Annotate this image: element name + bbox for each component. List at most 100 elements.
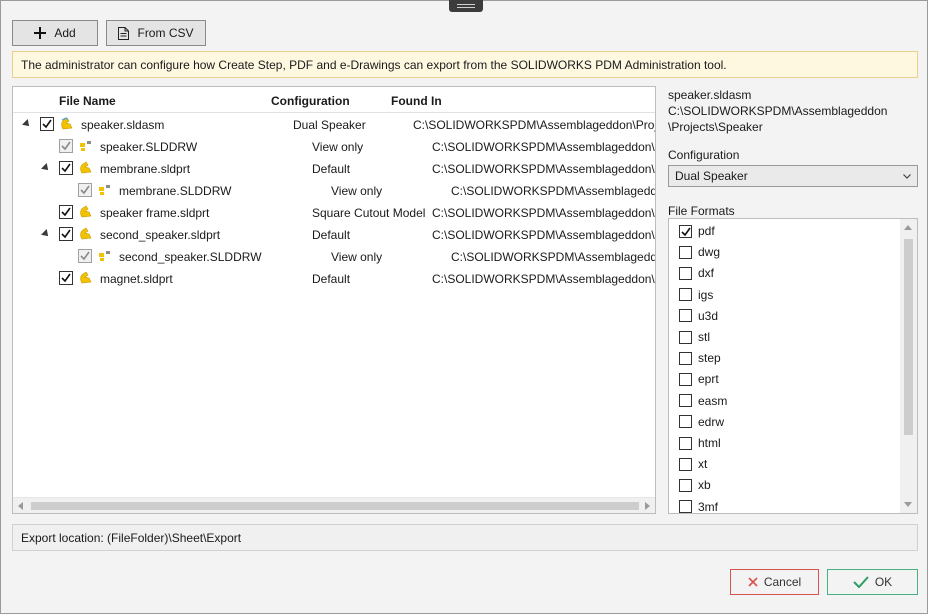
row-found-in: C:\SOLIDWORKSPDM\Assemblageddon\Projects… [432,162,655,176]
scroll-down-icon[interactable] [904,502,912,507]
format-checkbox[interactable] [679,457,692,471]
format-checkbox[interactable] [679,394,692,408]
configuration-label: Configuration [668,148,740,162]
expand-collapse-icon[interactable] [41,229,51,239]
table-row[interactable]: speaker.sldasm Dual Speaker C:\SOLIDWORKSP… [13,114,655,136]
drawing-icon [79,139,93,156]
row-checkbox[interactable] [59,161,73,175]
document-icon [118,26,130,40]
format-checkbox[interactable] [679,415,692,429]
column-header-configuration[interactable]: Configuration [271,94,350,108]
format-label: easm [698,393,728,408]
format-option-edrw[interactable]: edrw [679,412,724,432]
drag-handle-icon[interactable] [449,0,483,12]
part-icon [79,161,93,178]
format-option-step[interactable]: step [679,348,721,368]
column-header-file-name[interactable]: File Name [59,94,116,108]
table-row[interactable]: second_speaker.SLDDRW View only C:\SOLIDWO… [13,246,655,268]
format-checkbox[interactable] [679,309,692,323]
format-checkbox[interactable] [679,351,692,365]
scroll-right-icon[interactable] [645,502,650,510]
row-file-name: magnet.sldprt [100,272,173,286]
scroll-up-icon[interactable] [904,225,912,230]
row-found-in: C:\SOLIDWORKSPDM\Assemblageddon\Projects… [413,118,656,132]
row-configuration: Square Cutout Model [312,206,426,220]
cancel-button-label: Cancel [763,575,802,589]
row-configuration: Default [312,272,351,286]
format-option-u3d[interactable]: u3d [679,306,718,326]
format-checkbox[interactable] [679,288,692,302]
table-row[interactable]: speaker frame.sldprt Square Cutout Model C… [13,202,655,224]
file-formats-label: File Formats [668,204,735,218]
ok-button-label: OK [874,575,893,589]
row-checkbox[interactable] [59,139,73,153]
horizontal-scroll-thumb[interactable] [31,502,639,510]
from-csv-button-label: From CSV [137,26,194,40]
close-icon [748,577,758,587]
format-option-eprt[interactable]: eprt [679,369,719,389]
format-label: html [698,436,721,450]
format-option-dxf[interactable]: dxf [679,263,714,283]
ok-button[interactable]: OK [827,569,918,595]
info-banner: The administrator can configure how Crea… [12,51,918,78]
row-checkbox[interactable] [59,271,73,285]
format-checkbox[interactable] [679,224,692,238]
table-row[interactable]: speaker.SLDDRW View only C:\SOLIDWORKSPDM\… [13,136,655,158]
row-configuration: View only [312,140,364,154]
table-row[interactable]: magnet.sldprt Default C:\SOLIDWORKSPDM\Ass… [13,268,655,290]
row-checkbox[interactable] [78,249,92,263]
format-label: eprt [698,372,719,387]
format-option-stl[interactable]: stl [679,327,710,347]
row-configuration: View only [331,250,383,264]
selected-file-path-line1: C:\SOLIDWORKSPDM\Assemblageddon [668,104,888,118]
row-checkbox[interactable] [40,117,54,131]
file-tree-table[interactable]: File Name Configuration Found In speaker… [12,86,656,514]
row-checkbox[interactable] [59,205,73,219]
export-location-field[interactable]: Export location: (FileFolder)\Sheet\Expo… [12,524,918,551]
format-checkbox[interactable] [679,245,692,259]
table-row[interactable]: membrane.sldprt Default C:\SOLIDWORKSPDM\A… [13,158,655,180]
vertical-scrollbar[interactable] [900,219,917,513]
format-checkbox[interactable] [679,372,692,386]
table-row[interactable]: second_speaker.sldprt Default C:\SOLIDWORK… [13,224,655,246]
configuration-dropdown[interactable]: Dual Speaker [668,165,918,187]
expand-collapse-icon[interactable] [22,119,32,129]
expand-collapse-icon[interactable] [41,163,51,173]
format-option-xb[interactable]: xb [679,475,711,495]
format-checkbox[interactable] [679,436,692,450]
format-label: xt [698,457,708,472]
row-checkbox[interactable] [59,227,73,241]
table-row[interactable]: membrane.SLDDRW View only C:\SOLIDWORKSPDM… [13,180,655,202]
file-formats-list[interactable]: pdf dwg dxf igs u3d stl step eprt easm edrw html xt… [668,218,918,514]
row-found-in: C:\SOLIDWORKSPDM\Assemblageddon\Projects… [432,272,655,286]
selected-file-name: speaker.sldasm [668,88,752,102]
scroll-left-icon[interactable] [18,502,23,510]
drawing-icon [98,183,112,200]
format-option-3mf[interactable]: 3mf [679,497,718,513]
format-option-pdf[interactable]: pdf [679,221,715,241]
add-button[interactable]: Add [12,20,98,46]
format-checkbox[interactable] [679,478,692,492]
from-csv-button[interactable]: From CSV [106,20,206,46]
format-label: edrw [698,414,725,429]
part-icon [79,227,93,244]
row-found-in: C:\SOLIDWORKSPDM\Assemblageddon\Projects… [432,206,655,220]
format-checkbox[interactable] [679,330,692,344]
format-option-html[interactable]: html [679,433,721,453]
format-option-xt[interactable]: xt [679,454,707,474]
row-configuration: Dual Speaker [293,118,366,132]
cancel-button[interactable]: Cancel [730,569,819,595]
format-label: pdf [698,224,715,238]
column-header-found-in[interactable]: Found In [391,94,442,108]
horizontal-scrollbar[interactable] [13,497,655,513]
format-checkbox[interactable] [679,266,692,280]
format-label: xb [698,478,711,493]
vertical-scroll-thumb[interactable] [904,239,913,435]
row-file-name: second_speaker.SLDDRW [119,250,262,264]
format-checkbox[interactable] [679,500,692,513]
row-checkbox[interactable] [78,183,92,197]
plus-icon [34,27,47,39]
format-option-dwg[interactable]: dwg [679,242,720,262]
format-option-easm[interactable]: easm [679,391,727,411]
format-option-igs[interactable]: igs [679,285,713,305]
